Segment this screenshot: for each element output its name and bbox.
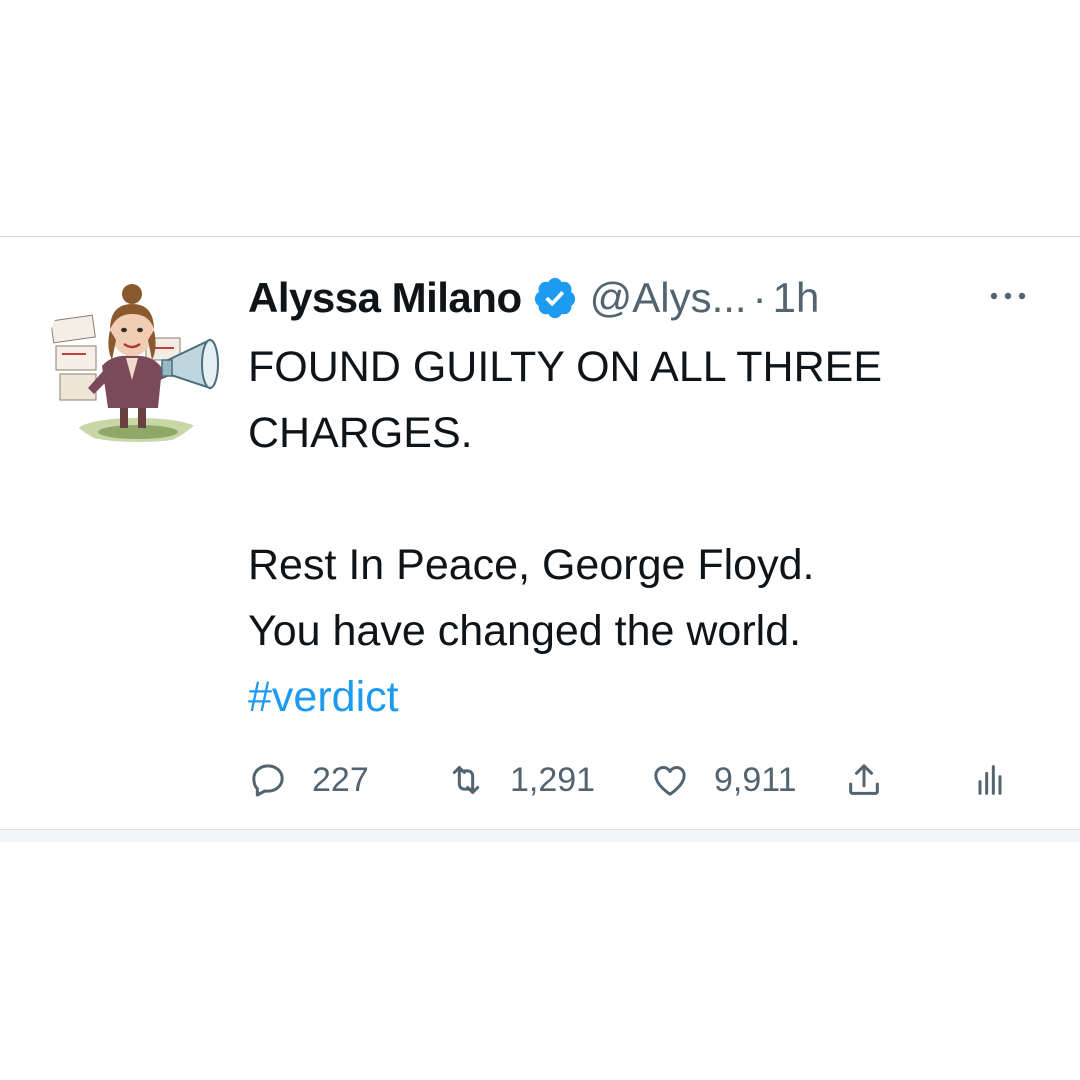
- retweet-count: 1,291: [510, 760, 596, 799]
- tweet-line: You have changed the world.: [248, 607, 802, 655]
- separator-dot: ·: [752, 274, 767, 321]
- avatar-illustration: [46, 270, 224, 448]
- display-name[interactable]: Alyssa Milano: [248, 274, 522, 322]
- avatar[interactable]: [46, 270, 224, 448]
- tweet-screenshot: Alyssa Milano @Alys... · 1h FOUND GUILTY…: [0, 0, 1080, 1080]
- tweet-header: Alyssa Milano @Alys... · 1h: [248, 268, 819, 328]
- action-bar: 227 1,291 9,911: [248, 752, 1028, 808]
- timestamp[interactable]: 1h: [773, 274, 820, 322]
- analytics-icon: [978, 765, 1002, 795]
- top-divider: [0, 236, 1080, 237]
- handle[interactable]: @Alys...: [590, 274, 747, 322]
- verified-badge-icon: [532, 275, 578, 321]
- reply-button[interactable]: 227: [248, 752, 369, 808]
- reply-count: 227: [312, 760, 369, 799]
- like-count: 9,911: [714, 760, 797, 799]
- more-icon[interactable]: [986, 284, 1030, 308]
- retweet-icon: [452, 766, 480, 794]
- retweet-button[interactable]: 1,291: [446, 752, 595, 808]
- reply-icon: [252, 764, 284, 797]
- like-button[interactable]: 9,911: [650, 752, 797, 808]
- share-icon: [849, 764, 879, 795]
- hashtag-link[interactable]: #verdict: [248, 664, 1048, 730]
- share-button[interactable]: [844, 752, 884, 808]
- tweet-line: CHARGES.: [248, 409, 473, 457]
- analytics-button[interactable]: [970, 752, 1010, 808]
- tweet-text: FOUND GUILTY ON ALL THREE CHARGES. Rest …: [248, 334, 1048, 730]
- tweet-line: Rest In Peace, George Floyd.: [248, 541, 815, 589]
- bottom-divider: [0, 829, 1080, 842]
- heart-icon: [654, 766, 686, 796]
- tweet-line: FOUND GUILTY ON ALL THREE: [248, 343, 882, 391]
